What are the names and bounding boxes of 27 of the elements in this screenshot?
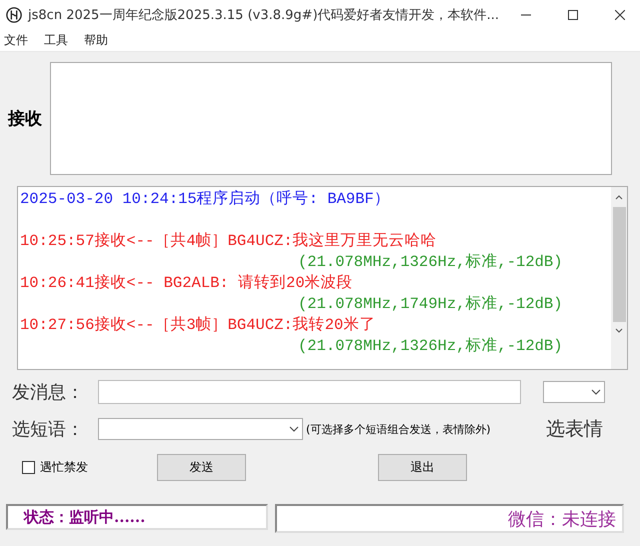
exit-button[interactable]: 退出 bbox=[378, 454, 467, 480]
menu-item[interactable]: 文件 bbox=[4, 32, 28, 49]
scrollbar[interactable] bbox=[611, 187, 627, 369]
message-field[interactable] bbox=[98, 380, 521, 404]
log-line: 10:25:57接收<--［共4帧］BG4UCZ:我这里万里无云哈哈 bbox=[20, 231, 438, 252]
log-detail: (21.078MHz,1326Hz,标准,-12dB) bbox=[297, 252, 564, 273]
status-text: 状态：监听中...... bbox=[6, 504, 268, 530]
menu-item[interactable]: 帮助 bbox=[84, 32, 108, 49]
log-line: 2025-03-20 10:24:15程序启动（呼号: BA9BF） bbox=[20, 189, 391, 210]
receive-label: 接收 bbox=[6, 108, 43, 130]
wechat-status: 微信：未连接 bbox=[275, 504, 624, 533]
phrase-label: 选短语： bbox=[12, 418, 85, 441]
phrase-hint: (可选择多个短语组合发送，表情除外) bbox=[306, 422, 492, 436]
busy-checkbox[interactable] bbox=[22, 460, 35, 474]
close-icon[interactable] bbox=[614, 10, 624, 20]
log-detail: (21.078MHz,1326Hz,标准,-12dB) bbox=[297, 336, 564, 357]
log-line: 10:27:56接收<--［共3帧］BG4UCZ:我转20米了 bbox=[20, 315, 376, 336]
menu-item[interactable]: 工具 bbox=[44, 32, 68, 49]
logo-icon bbox=[6, 6, 22, 24]
log-detail: (21.078MHz,1749Hz,标准,-12dB) bbox=[297, 294, 564, 315]
log-line: 10:26:41接收<-- BG2ALB: 请转到20米波段 bbox=[20, 273, 354, 294]
window-title: js8cn 2025一周年纪念版2025.3.15 (v3.8.9g#)代码爱好者友情开发，本软件... bbox=[28, 7, 500, 24]
emoji-label: 选表情 bbox=[546, 417, 603, 442]
busy-label: 遇忙禁发 bbox=[40, 458, 89, 476]
send-button[interactable]: 发送 bbox=[157, 454, 246, 480]
message-label: 发消息： bbox=[12, 381, 85, 404]
maximize-icon[interactable] bbox=[568, 10, 578, 20]
